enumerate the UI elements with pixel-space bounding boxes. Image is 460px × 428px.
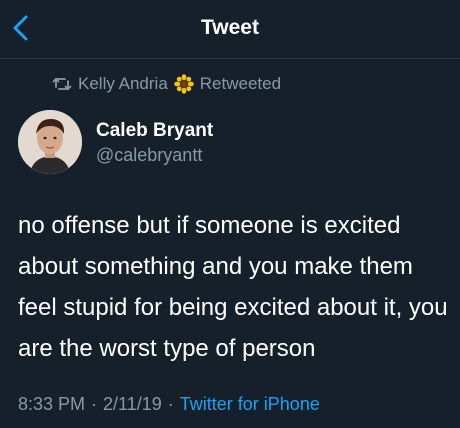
nav-bar: Tweet xyxy=(0,0,460,59)
tweet-meta: 8:33 PM · 2/11/19 · Twitter for iPhone xyxy=(18,394,320,415)
sunflower-icon xyxy=(173,74,194,94)
profile-photo xyxy=(18,110,82,174)
retweeter-name[interactable]: Kelly Andria xyxy=(78,74,168,94)
author-name[interactable]: Caleb Bryant xyxy=(96,120,213,142)
meta-separator: · xyxy=(91,394,98,414)
tweet-time: 8:33 PM xyxy=(18,394,86,414)
meta-separator: · xyxy=(167,394,174,414)
tweet-date: 2/11/19 xyxy=(103,394,162,414)
retweeted-label: Retweeted xyxy=(199,74,282,93)
tweet-text: no offense but if someone is excited abo… xyxy=(18,212,448,362)
author-handle[interactable]: @calebryantt xyxy=(96,145,202,166)
retweet-context: Kelly Andria Retweeted xyxy=(52,72,281,96)
avatar[interactable] xyxy=(18,110,82,174)
page-title: Tweet xyxy=(201,16,259,39)
retweet-icon xyxy=(52,78,72,90)
tweet-source-link[interactable]: Twitter for iPhone xyxy=(180,394,320,415)
